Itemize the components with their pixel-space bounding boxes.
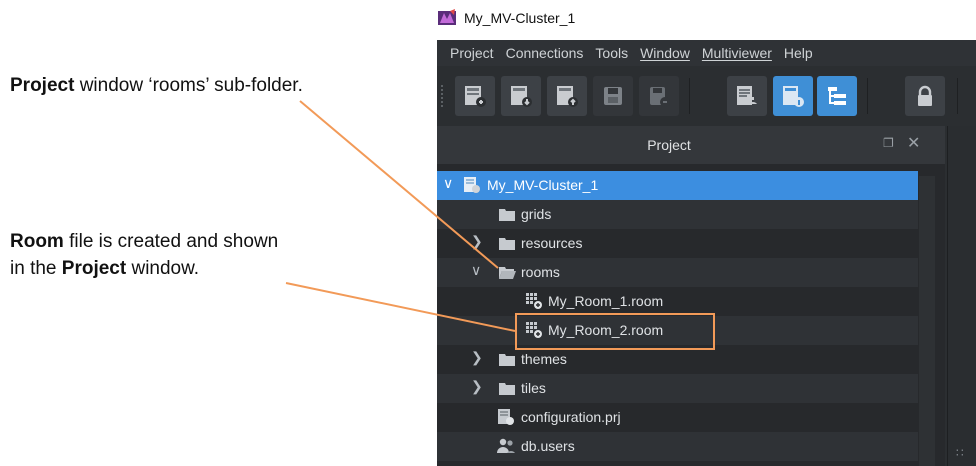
project-panel-header: Project ❐ ✕ (437, 126, 945, 164)
window-titlebar: My_MV-Cluster_1 (438, 6, 575, 30)
toolbar (437, 68, 976, 124)
chevron-right-icon[interactable]: ❯ (471, 378, 483, 395)
vertical-scrollbar[interactable] (919, 176, 935, 466)
annotation-text: window ‘rooms’ sub-folder. (74, 75, 303, 96)
folder-icon (499, 383, 515, 395)
toolbar-separator (957, 78, 958, 114)
tree-item-folder[interactable]: grids (437, 200, 918, 229)
properties-icon (783, 86, 804, 107)
lock-button[interactable] (905, 76, 945, 116)
users-icon (497, 438, 515, 453)
close-icon[interactable]: ✕ (907, 133, 920, 153)
open-project-icon (511, 86, 532, 107)
project-file-icon (464, 177, 480, 193)
panel-title: Project (647, 137, 691, 153)
window-title: My_MV-Cluster_1 (464, 10, 576, 26)
project-panel: Project ❐ ✕ ∨ My_MV-Cluster_1 grids ❯ re… (437, 126, 945, 466)
splitter-grip-icon[interactable]: ∷ (956, 446, 965, 460)
upload-project-icon (557, 86, 578, 107)
tree-item-label: db.users (521, 438, 575, 454)
annotation-bold-room: Room (10, 231, 64, 252)
annotation-text: window. (126, 258, 200, 279)
chevron-right-icon[interactable]: ❯ (471, 233, 483, 250)
annotation-line-2: in the Project window. (10, 255, 278, 282)
properties-button[interactable] (773, 76, 813, 116)
tree-item-label: resources (521, 235, 583, 251)
config-file-icon (498, 409, 514, 425)
open-folder-icon (499, 267, 516, 279)
tree-item-label: rooms (521, 264, 560, 280)
menu-project[interactable]: Project (450, 45, 494, 61)
menu-multiviewer[interactable]: Multiviewer (702, 45, 772, 61)
menu-window[interactable]: Window (640, 45, 690, 61)
tree-item-label: grids (521, 206, 552, 222)
annotation-text: file is created and shown (63, 231, 279, 252)
folder-icon (499, 354, 515, 366)
app-window: Project Connections Tools Window Multivi… (437, 40, 976, 466)
tree-item-folder-rooms[interactable]: ∨ rooms (437, 258, 918, 287)
menubar: Project Connections Tools Window Multivi… (437, 40, 976, 66)
tree-item-folder[interactable]: ❯ tiles (437, 374, 918, 403)
tree-view-button[interactable] (817, 76, 857, 116)
chevron-down-icon[interactable]: ∨ (443, 175, 453, 192)
toolbar-grip[interactable] (440, 84, 444, 108)
new-project-icon (465, 86, 486, 107)
save-as-button[interactable] (639, 76, 679, 116)
tree-item-label: configuration.prj (521, 409, 621, 425)
menu-connections[interactable]: Connections (506, 45, 584, 61)
annotation-project-rooms: Project window ‘rooms’ sub-folder. (10, 72, 303, 99)
new-project-button[interactable] (455, 76, 495, 116)
lock-icon (918, 85, 932, 106)
tree-item-label: themes (521, 351, 567, 367)
folder-icon (499, 209, 515, 221)
toolbar-separator (867, 78, 868, 114)
toolbar-separator (689, 78, 690, 114)
save-as-icon (650, 87, 670, 107)
annotation-bold-project: Project (10, 75, 75, 96)
tree-item-room[interactable]: My_Room_1.room (437, 287, 918, 316)
tree-item-config[interactable]: configuration.prj (437, 403, 918, 432)
tree-item-label: My_MV-Cluster_1 (487, 177, 599, 193)
open-project-button[interactable] (501, 76, 541, 116)
annotation-room-file: Room file is created and shown in the Pr… (10, 228, 278, 282)
annotation-bold-project: Project (61, 258, 127, 279)
alarm-log-icon (737, 86, 757, 105)
side-dock-strip: ∷ (947, 126, 976, 466)
menu-tools[interactable]: Tools (595, 45, 628, 61)
folder-icon (499, 238, 515, 250)
app-logo-icon (438, 9, 456, 25)
undock-icon[interactable]: ❐ (883, 136, 894, 150)
tree-item-label: My_Room_1.room (548, 293, 664, 309)
tree-item-users[interactable]: db.users (437, 432, 918, 461)
tree-item-label: tiles (521, 380, 546, 396)
annotation-text: in the (10, 258, 62, 279)
tree-view-icon (828, 87, 846, 105)
room-file-icon (526, 293, 542, 309)
menu-help[interactable]: Help (784, 45, 813, 61)
annotation-line-1: Room file is created and shown (10, 228, 278, 255)
alarm-log-button[interactable] (727, 76, 767, 116)
save-button[interactable] (593, 76, 633, 116)
new-room-highlight-box (515, 313, 715, 350)
tree-item-project[interactable]: ∨ My_MV-Cluster_1 (437, 171, 918, 200)
upload-project-button[interactable] (547, 76, 587, 116)
tree-item-folder[interactable]: ❯ resources (437, 229, 918, 258)
chevron-down-icon[interactable]: ∨ (471, 262, 481, 279)
save-icon (604, 87, 622, 105)
chevron-right-icon[interactable]: ❯ (471, 349, 483, 366)
